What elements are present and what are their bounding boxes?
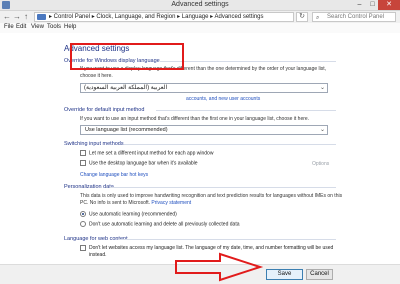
input-method-dropdown[interactable]: Use language list (recommended) ⌄ (80, 125, 328, 135)
desktop-language-bar-label: Use the desktop language bar when it's a… (89, 160, 198, 167)
input-method-description: If you want to use an input method that'… (80, 116, 310, 122)
maximize-button[interactable]: □ (367, 0, 378, 10)
accounts-link[interactable]: accounts, and new user accounts (186, 96, 260, 102)
forward-arrow-icon[interactable]: → (13, 12, 21, 21)
address-bar[interactable]: ▸ Control Panel ▸ Clock, Language, and R… (34, 12, 294, 22)
radio-button-selected[interactable] (80, 211, 86, 217)
section-divider (124, 144, 336, 145)
red-arrow-icon (175, 252, 264, 282)
desktop-language-bar-checkbox[interactable]: Use the desktop language bar when it's a… (80, 160, 198, 167)
checkbox-box[interactable] (80, 160, 86, 166)
search-placeholder: Search Control Panel (327, 14, 385, 20)
chevron-down-icon: ⌄ (319, 127, 325, 133)
menu-tools[interactable]: Tools (47, 24, 61, 30)
main-content: Advanced settings Override for Windows d… (0, 33, 400, 264)
menu-file[interactable]: File (4, 24, 14, 30)
section-divider (110, 187, 336, 188)
page-title: Advanced settings (64, 44, 130, 53)
save-button[interactable]: Save (266, 269, 303, 280)
checkbox-box[interactable] (80, 245, 86, 251)
section-divider (156, 110, 336, 111)
automatic-learning-radio[interactable]: Use automatic learning (recommended) (80, 211, 177, 218)
window-title: Advanced settings (171, 1, 229, 8)
refresh-button[interactable]: ↻ (296, 12, 308, 22)
automatic-learning-label: Use automatic learning (recommended) (89, 211, 177, 218)
menu-bar: File Edit View Tools Help (0, 23, 400, 33)
chevron-down-icon: ⌄ (319, 85, 325, 91)
address-path: ▸ Control Panel ▸ Clock, Language, and R… (49, 14, 264, 20)
personalization-description: This data is only used to improve handwr… (80, 193, 346, 206)
menu-view[interactable]: View (31, 24, 44, 30)
options-link[interactable]: Options (312, 161, 329, 167)
close-button[interactable]: ✕ (378, 0, 400, 10)
personalization-text: This data is only used to improve handwr… (80, 193, 343, 206)
display-language-dropdown[interactable]: العربية (المملكة العربية السعودية) ⌄ (80, 83, 328, 93)
back-arrow-icon[interactable]: ← (3, 12, 11, 21)
menu-edit[interactable]: Edit (16, 24, 26, 30)
checkbox-box[interactable] (80, 150, 86, 156)
section-title-display-language: Override for Windows display language (64, 58, 160, 64)
address-bar-row: ← → ↑ ▸ Control Panel ▸ Clock, Language,… (0, 11, 400, 23)
section-title-personalization: Personalization data (64, 184, 114, 190)
no-automatic-learning-label: Don't use automatic learning and delete … (89, 221, 240, 228)
hot-keys-link[interactable]: Change language bar hot keys (80, 172, 148, 178)
folder-icon (37, 14, 46, 20)
display-language-description: If you want to use a display language th… (80, 66, 327, 79)
per-app-input-checkbox[interactable]: Let me set a different input method for … (80, 150, 213, 157)
radio-button[interactable] (80, 221, 86, 227)
input-method-value: Use language list (recommended) (85, 127, 168, 133)
minimize-button[interactable]: – (354, 0, 365, 10)
section-title-input-method: Override for default input method (64, 107, 145, 113)
section-divider (118, 239, 336, 240)
per-app-input-label: Let me set a different input method for … (89, 150, 214, 157)
no-automatic-learning-radio[interactable]: Don't use automatic learning and delete … (80, 221, 240, 228)
search-icon: ⌕ (316, 15, 320, 21)
cancel-button[interactable]: Cancel (306, 269, 333, 280)
section-title-switching: Switching input methods (64, 141, 124, 147)
display-language-value: العربية (المملكة العربية السعودية) (84, 85, 168, 91)
search-input[interactable]: ⌕ Search Control Panel (312, 12, 396, 22)
menu-help[interactable]: Help (64, 24, 76, 30)
title-bar: Advanced settings – □ ✕ (0, 0, 400, 11)
section-divider (160, 61, 336, 62)
privacy-statement-link[interactable]: Privacy statement (151, 200, 191, 206)
up-arrow-icon[interactable]: ↑ (24, 12, 28, 21)
